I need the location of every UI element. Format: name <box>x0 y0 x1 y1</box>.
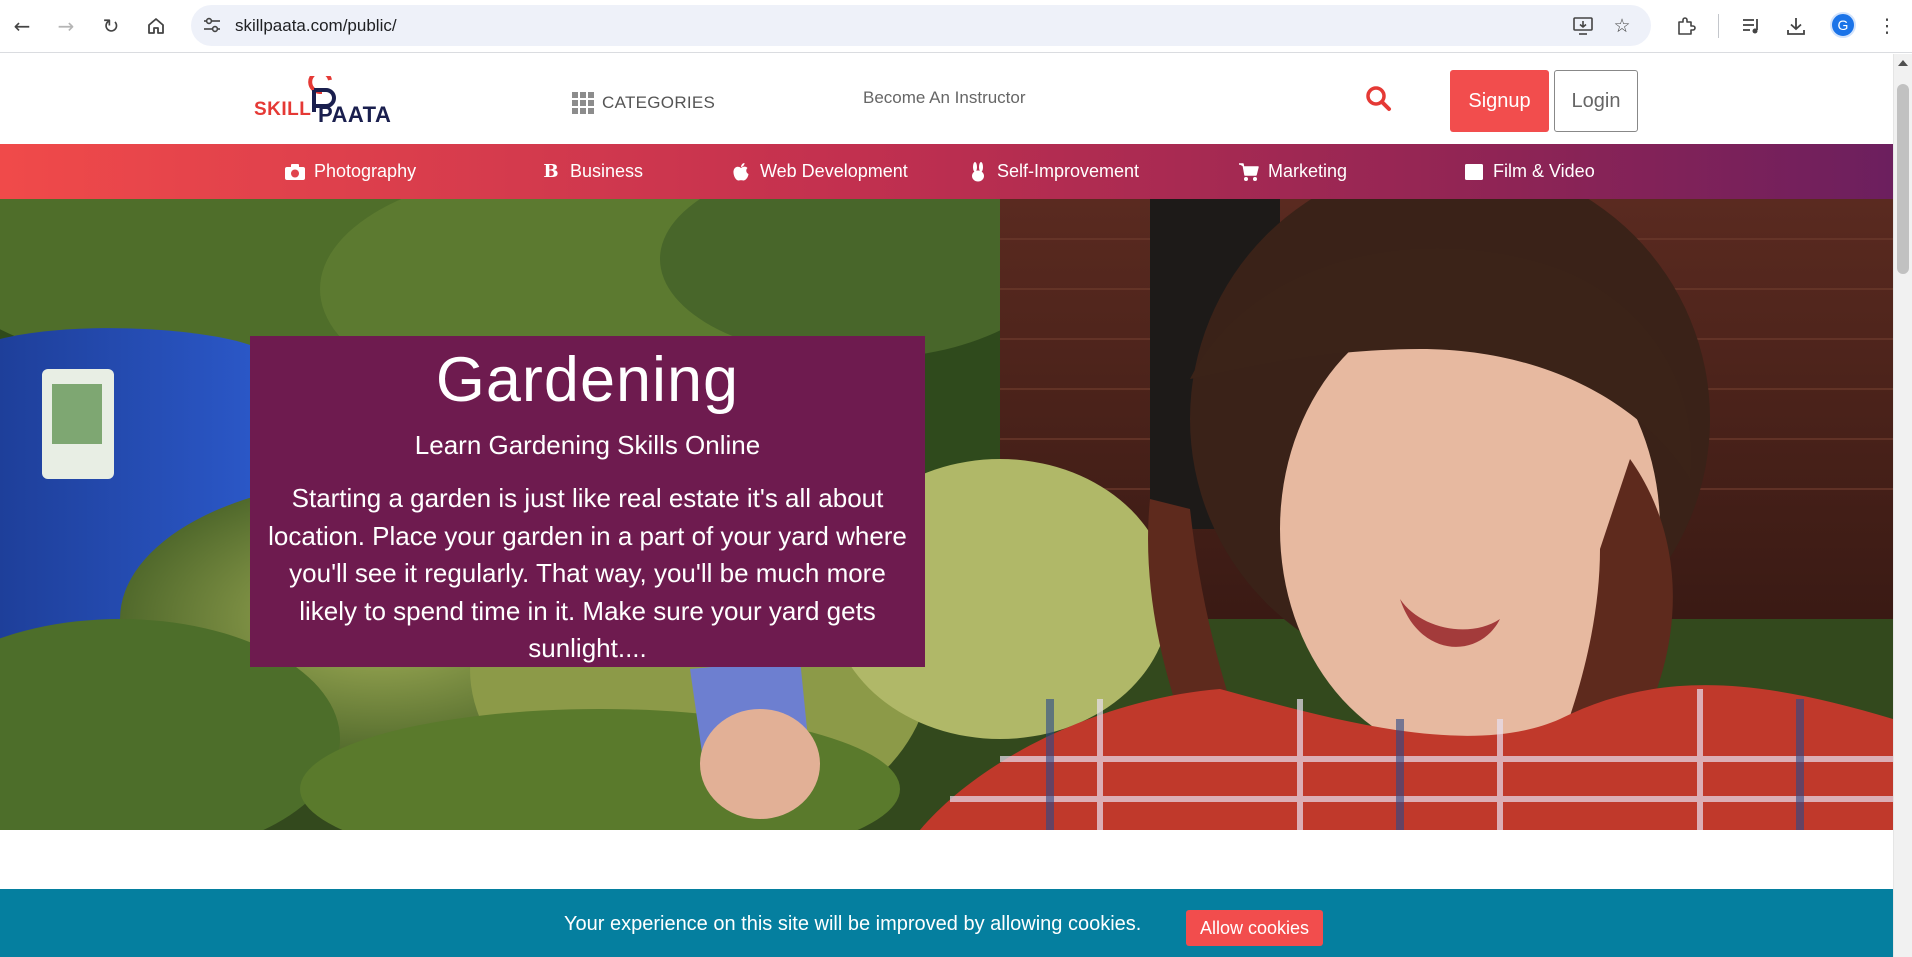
back-icon[interactable]: ← <box>8 12 36 40</box>
scroll-up-icon[interactable] <box>1898 60 1908 66</box>
toolbar-divider <box>1718 14 1719 38</box>
url-text[interactable]: skillpaata.com/public/ <box>235 16 397 36</box>
category-self-improvement[interactable]: Self-Improvement <box>967 144 1139 199</box>
category-label: Film & Video <box>1493 161 1595 181</box>
category-label: Business <box>570 161 644 181</box>
signup-button[interactable]: Signup <box>1450 70 1549 132</box>
hero-subtitle: Learn Gardening Skills Online <box>414 430 761 460</box>
browser-toolbar: ← → ↻ skillpaata.com/public/ ☆ G ⋮ <box>0 0 1912 53</box>
forward-icon[interactable]: → <box>52 12 80 40</box>
logo-paata-text: PAATA <box>318 102 392 127</box>
browser-window: ← → ↻ skillpaata.com/public/ ☆ G ⋮ SKILL… <box>0 0 1912 957</box>
category-label: Photography <box>314 161 417 181</box>
hero-banner: Gardening Learn Gardening Skills Online … <box>0 199 1893 830</box>
category-photography[interactable]: Photography <box>284 144 416 199</box>
category-label: Web Development <box>760 161 908 181</box>
reload-icon[interactable]: ↻ <box>97 12 125 40</box>
search-icon[interactable] <box>1364 84 1394 114</box>
film-icon <box>1463 162 1485 182</box>
install-app-icon[interactable] <box>1571 14 1595 38</box>
page-scrollbar[interactable] <box>1893 54 1912 957</box>
site-logo[interactable]: SKILL PAATA <box>252 76 392 128</box>
apple-icon <box>730 162 752 182</box>
logo-skill-text: SKILL <box>254 99 312 120</box>
hero-description: Starting a garden is just like real esta… <box>268 483 907 663</box>
allow-cookies-button[interactable]: Allow cookies <box>1186 910 1323 946</box>
category-film-video[interactable]: Film & Video <box>1463 144 1595 199</box>
cookie-message: Your experience on this site will be imp… <box>564 913 1142 935</box>
cookie-banner: Your experience on this site will be imp… <box>0 889 1893 957</box>
address-bar[interactable]: skillpaata.com/public/ ☆ <box>191 5 1651 46</box>
category-marketing[interactable]: Marketing <box>1238 144 1347 199</box>
extensions-icon[interactable] <box>1672 12 1700 40</box>
hero-card: Gardening Learn Gardening Skills Online … <box>250 336 925 667</box>
category-label: Self-Improvement <box>997 161 1140 181</box>
bunny-icon <box>967 161 989 182</box>
cart-icon <box>1238 162 1260 182</box>
bold-b-icon: B <box>543 161 559 182</box>
category-web-development[interactable]: Web Development <box>730 144 908 199</box>
category-label: Marketing <box>1268 161 1348 181</box>
login-button[interactable]: Login <box>1554 70 1638 132</box>
media-icon[interactable] <box>1738 12 1766 40</box>
download-icon[interactable] <box>1782 12 1810 40</box>
site-header: SKILL PAATA CATEGORIES Become An Instruc… <box>0 54 1893 144</box>
menu-icon[interactable]: ⋮ <box>1873 12 1901 40</box>
category-nav: Photography B Business Web Development S… <box>0 144 1893 199</box>
category-business[interactable]: B Business <box>540 144 643 199</box>
grid-icon <box>572 92 594 114</box>
camera-icon <box>284 162 306 182</box>
profile-avatar[interactable]: G <box>1830 12 1856 38</box>
home-icon[interactable] <box>142 12 170 40</box>
become-instructor-link[interactable]: Become An Instructor <box>863 88 1026 108</box>
site-settings-icon[interactable] <box>201 14 223 36</box>
categories-label: CATEGORIES <box>602 93 716 112</box>
star-icon[interactable]: ☆ <box>1610 14 1634 38</box>
hero-title: Gardening <box>435 345 740 415</box>
categories-menu[interactable]: CATEGORIES <box>572 92 715 114</box>
scroll-thumb[interactable] <box>1897 84 1909 274</box>
